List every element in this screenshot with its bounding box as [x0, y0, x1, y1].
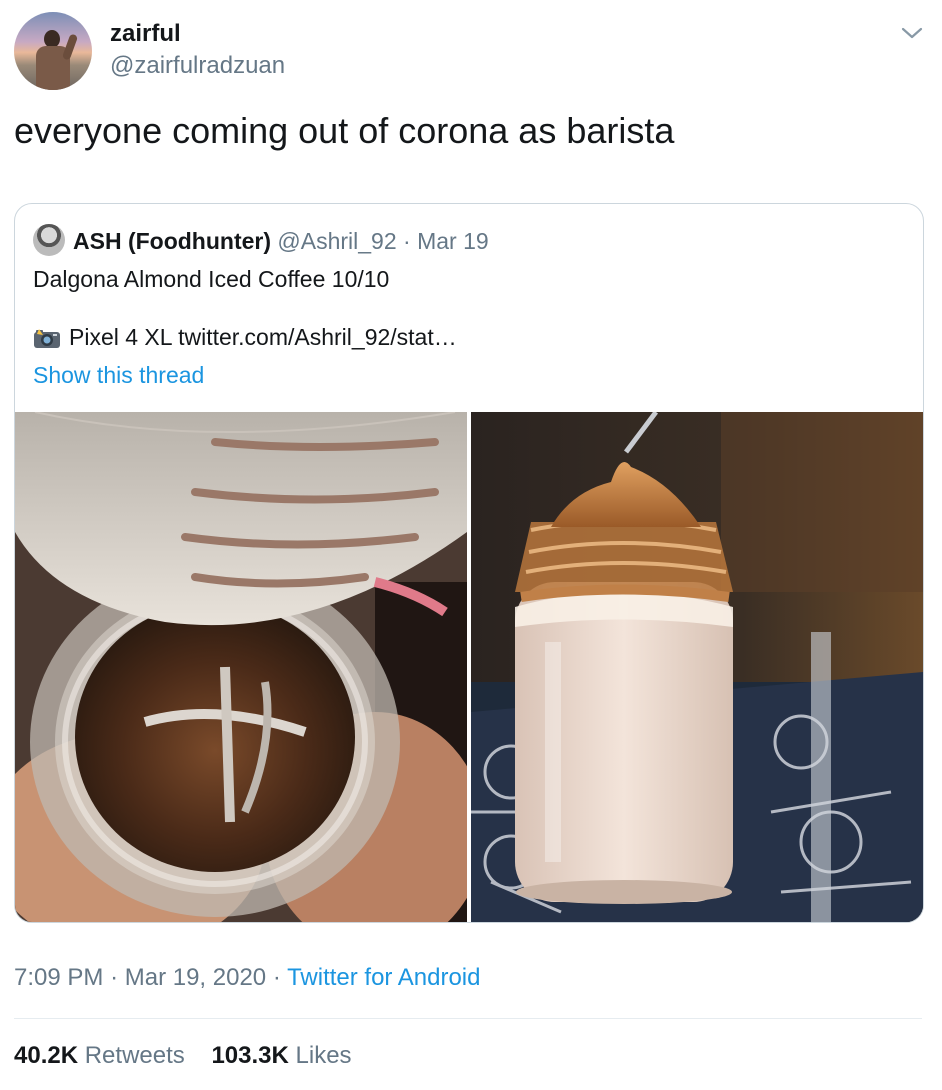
engagement-stats: 40.2K Retweets 103.3K Likes: [14, 1042, 352, 1070]
show-thread-link[interactable]: Show this thread: [33, 362, 204, 389]
tweet-date[interactable]: Mar 19, 2020: [125, 964, 266, 991]
retweets-count: 40.2K: [14, 1042, 79, 1069]
tweet-source-link[interactable]: Twitter for Android: [287, 964, 480, 991]
tweet-text: everyone coming out of corona as barista: [14, 110, 675, 151]
quoted-device-line: Pixel 4 XL twitter.com/Ashril_92/stat…: [33, 324, 457, 351]
quoted-author-name: ASH (Foodhunter): [73, 228, 272, 254]
retweets-label: Retweets: [84, 1042, 185, 1069]
divider: [14, 1018, 922, 1019]
author-display-name[interactable]: zairful: [110, 20, 181, 48]
separator-dot: ·: [272, 964, 281, 991]
likes-count: 103.3K: [211, 1042, 289, 1069]
likes-stat[interactable]: 103.3K Likes: [211, 1042, 351, 1069]
separator-dot: ·: [110, 964, 119, 991]
tweet-time[interactable]: 7:09 PM: [14, 964, 103, 991]
camera-flash-icon: [33, 327, 61, 349]
separator-dot: ·: [403, 228, 411, 254]
photo-whisking-coffee[interactable]: [15, 412, 467, 922]
quoted-tweet-text: Dalgona Almond Iced Coffee 10/10: [33, 266, 390, 292]
author-avatar[interactable]: [14, 12, 92, 90]
quoted-device-text[interactable]: Pixel 4 XL twitter.com/Ashril_92/stat…: [69, 324, 457, 350]
author-handle[interactable]: @zairfulradzuan: [110, 52, 285, 80]
likes-label: Likes: [295, 1042, 352, 1069]
quoted-date: Mar 19: [417, 228, 489, 254]
tweet-timestamp: 7:09 PM · Mar 19, 2020 · Twitter for And…: [14, 964, 480, 992]
quoted-author-handle: @Ashril_92: [277, 228, 397, 254]
quoted-tweet-card[interactable]: ASH (Foodhunter) @Ashril_92 · Mar 19 Dal…: [14, 203, 924, 923]
quoted-author-avatar: [33, 224, 65, 256]
photo-iced-coffee-jar[interactable]: [471, 412, 923, 922]
retweets-stat[interactable]: 40.2K Retweets: [14, 1042, 191, 1069]
quoted-author-line: ASH (Foodhunter) @Ashril_92 · Mar 19: [73, 228, 489, 255]
chevron-down-icon[interactable]: [898, 22, 926, 44]
